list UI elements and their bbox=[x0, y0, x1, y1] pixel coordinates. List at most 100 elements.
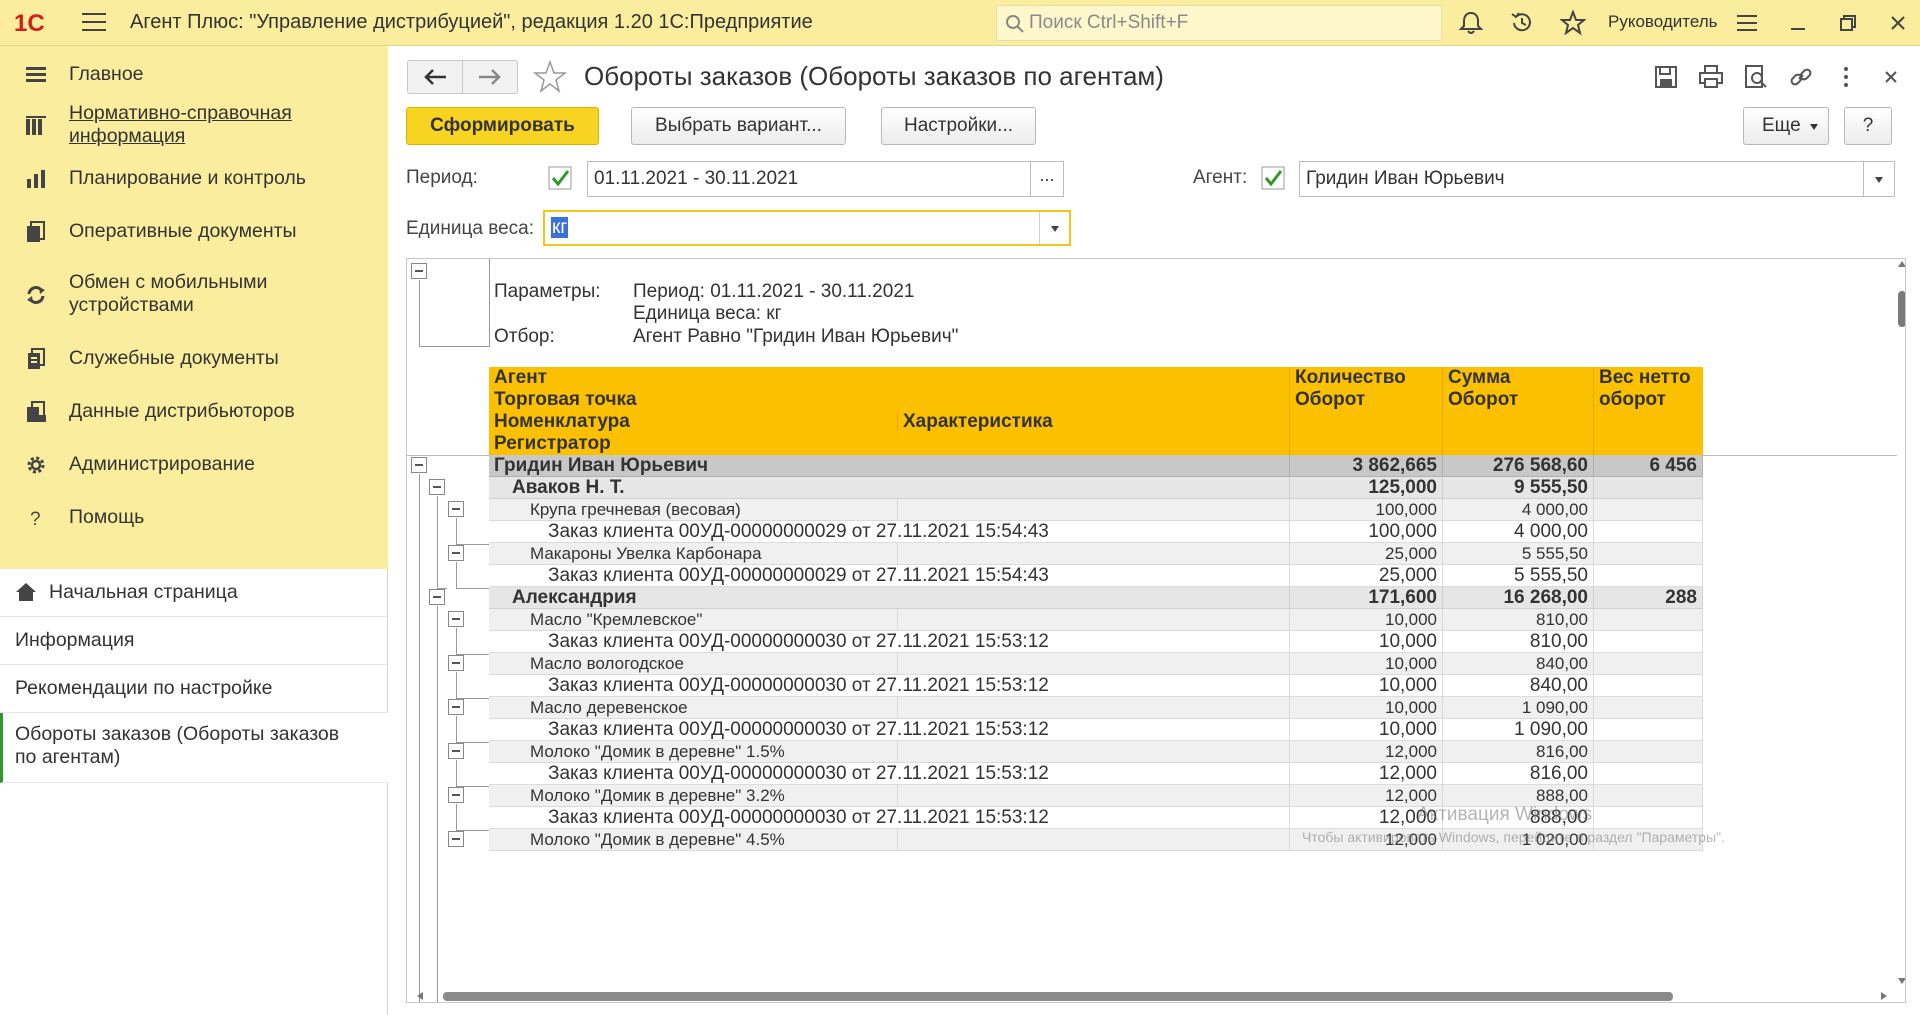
restore-window-icon[interactable] bbox=[1834, 9, 1862, 37]
sum-cell: 9 555,50 bbox=[1443, 477, 1594, 499]
report-row[interactable]: Масло "Кремлевское" 10,000 810,00 bbox=[489, 609, 1785, 631]
report-row[interactable]: Заказ клиента 00УД-00000000030 от 27.11.… bbox=[489, 763, 1785, 785]
more-button[interactable]: Еще bbox=[1743, 107, 1829, 145]
notifications-bell-icon[interactable] bbox=[1458, 10, 1484, 36]
vertical-scrollbar[interactable] bbox=[1897, 259, 1906, 1002]
open-window-home[interactable]: Начальная страница bbox=[0, 569, 388, 617]
collapse-outlet-toggle[interactable] bbox=[429, 589, 445, 605]
report-row[interactable]: Заказ клиента 00УД-00000000029 от 27.11.… bbox=[489, 521, 1785, 543]
scroll-left-icon[interactable] bbox=[417, 992, 423, 1000]
report-row[interactable]: Александрия 171,600 16 268,00 288 bbox=[489, 587, 1785, 609]
section-label: Оперативные документы bbox=[69, 220, 297, 242]
period-field[interactable]: 01.11.2021 - 30.11.2021 bbox=[587, 161, 1031, 197]
scroll-down-icon[interactable] bbox=[1898, 978, 1906, 984]
close-form-icon[interactable] bbox=[1878, 64, 1904, 90]
close-window-icon[interactable] bbox=[1884, 9, 1912, 37]
collapse-agent-toggle[interactable] bbox=[411, 457, 427, 473]
sum-cell: 888,00 bbox=[1443, 785, 1594, 807]
collapse-item-toggle[interactable] bbox=[448, 699, 464, 715]
section-service-docs[interactable]: Служебные документы bbox=[0, 344, 388, 374]
filter-label: Отбор: bbox=[494, 326, 555, 347]
back-button[interactable] bbox=[407, 60, 463, 94]
weight-unit-field[interactable]: кг bbox=[543, 210, 1071, 246]
save-icon[interactable] bbox=[1653, 64, 1679, 90]
period-select-button[interactable]: ... bbox=[1030, 161, 1064, 197]
weight-cell bbox=[1594, 675, 1703, 697]
help-button[interactable]: ? bbox=[1844, 107, 1892, 145]
section-main[interactable]: Главное bbox=[0, 60, 388, 90]
report-row[interactable]: Заказ клиента 00УД-00000000030 от 27.11.… bbox=[489, 807, 1785, 829]
row-name-cell: Заказ клиента 00УД-00000000029 от 27.11.… bbox=[489, 565, 1290, 587]
collapse-params-toggle[interactable] bbox=[411, 263, 427, 279]
collapse-item-toggle[interactable] bbox=[448, 611, 464, 627]
report-row[interactable]: Заказ клиента 00УД-00000000029 от 27.11.… bbox=[489, 565, 1785, 587]
report-row[interactable]: Масло вологодское 10,000 840,00 bbox=[489, 653, 1785, 675]
report-row[interactable]: Масло деревенское 10,000 1 090,00 bbox=[489, 697, 1785, 719]
report-spreadsheet[interactable]: Параметры: Период: 01.11.2021 - 30.11.20… bbox=[406, 258, 1906, 1003]
more-actions-icon[interactable] bbox=[1833, 64, 1859, 90]
row-name-cell: Заказ клиента 00УД-00000000030 от 27.11.… bbox=[489, 719, 1290, 741]
print-preview-icon[interactable] bbox=[1743, 64, 1769, 90]
report-row[interactable]: Молоко "Домик в деревне" 3.2% 12,000 888,0… bbox=[489, 785, 1785, 807]
report-row[interactable]: Заказ клиента 00УД-00000000030 от 27.11.… bbox=[489, 675, 1785, 697]
vertical-scroll-thumb[interactable] bbox=[1898, 291, 1905, 327]
section-reference-info[interactable]: Нормативно-справочная информация bbox=[0, 100, 388, 150]
report-row[interactable]: Гридин Иван Юрьевич 3 862,665 276 568,60 6 … bbox=[489, 455, 1785, 477]
section-distributor-data[interactable]: Данные дистрибьюторов bbox=[0, 397, 388, 427]
agent-dropdown-button[interactable] bbox=[1863, 161, 1895, 197]
report-row[interactable]: Молоко "Домик в деревне" 1.5% 12,000 816,0… bbox=[489, 741, 1785, 763]
open-window-recommendations[interactable]: Рекомендации по настройке bbox=[0, 665, 388, 713]
period-checkbox[interactable] bbox=[548, 166, 572, 190]
weight-unit-dropdown-button[interactable] bbox=[1039, 212, 1069, 244]
favorites-star-icon[interactable] bbox=[1560, 10, 1586, 36]
section-help[interactable]: ? Помощь bbox=[0, 503, 388, 533]
minimize-icon[interactable] bbox=[1784, 9, 1812, 37]
header-quantity-line1: Количество bbox=[1295, 367, 1406, 388]
section-operational-docs[interactable]: Оперативные документы bbox=[0, 217, 388, 247]
agent-checkbox[interactable] bbox=[1261, 166, 1285, 190]
horizontal-scrollbar[interactable] bbox=[407, 987, 1897, 1002]
settings-button[interactable]: Настройки... bbox=[881, 107, 1036, 145]
history-icon[interactable] bbox=[1509, 10, 1535, 36]
scroll-right-icon[interactable] bbox=[1881, 992, 1887, 1000]
open-window-order-turnover[interactable]: Обороты заказов (Обороты заказов по аген… bbox=[0, 713, 388, 783]
header-weight-line1: Вес нетто bbox=[1599, 367, 1691, 388]
params-label: Параметры: bbox=[494, 281, 601, 302]
report-row[interactable]: Молоко "Домик в деревне" 4.5% 12,000 1 020… bbox=[489, 829, 1785, 851]
main-menu-icon[interactable] bbox=[82, 13, 106, 33]
report-row[interactable]: Макароны Увелка Карбонара 25,000 5 555,50 bbox=[489, 543, 1785, 565]
weight-cell bbox=[1594, 565, 1703, 587]
qty-cell: 10,000 bbox=[1290, 697, 1443, 719]
agent-field[interactable]: Гридин Иван Юрьевич bbox=[1299, 161, 1864, 197]
generate-button[interactable]: Сформировать bbox=[406, 107, 599, 145]
search-box[interactable] bbox=[996, 5, 1442, 41]
weight-cell bbox=[1594, 829, 1703, 851]
settings-menu-icon[interactable] bbox=[1733, 9, 1761, 37]
collapse-item-toggle[interactable] bbox=[448, 655, 464, 671]
collapse-outlet-toggle[interactable] bbox=[429, 479, 445, 495]
scroll-up-icon[interactable] bbox=[1898, 261, 1906, 267]
link-icon[interactable] bbox=[1788, 64, 1814, 90]
report-row[interactable]: Заказ клиента 00УД-00000000030 от 27.11.… bbox=[489, 719, 1785, 741]
add-to-favorites-star-icon[interactable] bbox=[532, 59, 568, 95]
section-administration[interactable]: Администрирование bbox=[0, 450, 388, 480]
sum-cell: 810,00 bbox=[1443, 631, 1594, 653]
service-documents-icon bbox=[28, 348, 45, 369]
collapse-item-toggle[interactable] bbox=[448, 787, 464, 803]
section-mobile-exchange[interactable]: Обмен с мобильными устройствами bbox=[0, 269, 388, 319]
horizontal-scroll-thumb[interactable] bbox=[443, 992, 1673, 1001]
report-row[interactable]: Заказ клиента 00УД-00000000030 от 27.11.… bbox=[489, 631, 1785, 653]
print-icon[interactable] bbox=[1698, 64, 1724, 90]
search-input[interactable] bbox=[1027, 10, 1427, 36]
report-row[interactable]: Аваков Н. Т. 125,000 9 555,50 bbox=[489, 477, 1785, 499]
report-row[interactable]: Крупа гречневая (весовая) 100,000 4 000,00 bbox=[489, 499, 1785, 521]
user-name[interactable]: Руководитель bbox=[1608, 12, 1718, 32]
collapse-item-toggle[interactable] bbox=[448, 501, 464, 517]
forward-button[interactable] bbox=[462, 60, 518, 94]
collapse-item-toggle[interactable] bbox=[448, 545, 464, 561]
open-window-info[interactable]: Информация bbox=[0, 617, 388, 665]
section-planning[interactable]: Планирование и контроль bbox=[0, 164, 388, 194]
collapse-item-toggle[interactable] bbox=[448, 831, 464, 847]
choose-variant-button[interactable]: Выбрать вариант... bbox=[631, 107, 846, 145]
collapse-item-toggle[interactable] bbox=[448, 743, 464, 759]
